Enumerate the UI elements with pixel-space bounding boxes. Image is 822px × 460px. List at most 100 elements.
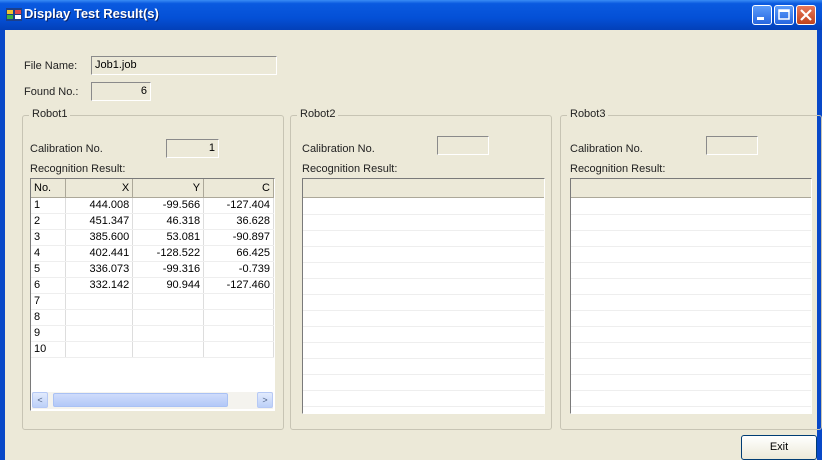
exit-button[interactable]: Exit [741,435,817,460]
table-row[interactable]: 10 [31,341,274,358]
file-name-field: Job1.job [91,56,277,75]
cell-no: 10 [31,341,67,358]
empty-row-line [303,294,544,295]
cell-no: 4 [31,245,67,262]
maximize-icon [778,9,790,20]
empty-row-line [571,214,811,215]
scroll-left-icon: < [37,395,43,405]
table-row[interactable]: 7 [31,293,274,310]
cell-y: 90.944 [132,277,205,294]
file-name-label: File Name: [24,60,78,72]
empty-row-line [303,406,544,407]
table-row[interactable]: 9 [31,325,274,342]
cell-y [132,325,205,342]
empty-row-line [571,406,811,407]
empty-row-line [571,326,811,327]
minimize-icon [757,17,764,20]
robot2-title: Robot2 [297,108,339,120]
title-bar: Display Test Result(s) [0,0,822,30]
empty-row-line [303,230,544,231]
empty-row-line [303,326,544,327]
column-header-y[interactable]: Y [132,179,205,198]
empty-row-line [571,374,811,375]
cell-x: 451.347 [65,213,134,230]
robot2-calibration-field [437,136,489,155]
empty-row-line [571,246,811,247]
robot3-recognition-label: Recognition Result: [570,163,666,175]
empty-row-line [571,342,811,343]
robot3-result-list[interactable] [570,178,812,414]
cell-no: 8 [31,309,67,326]
robot2-calibration-label: Calibration No. [302,143,375,155]
close-button[interactable] [796,5,816,25]
robot1-result-table: No. X Y C 1 444.008 -99.566 -127.404 2 451.34… [31,179,274,358]
cell-y: -99.566 [132,197,205,214]
scroll-right-button[interactable]: > [257,392,273,408]
cell-no: 9 [31,325,67,342]
found-no-field: 6 [91,82,151,101]
empty-row-line [571,390,811,391]
table-row[interactable]: 1 444.008 -99.566 -127.404 [31,197,274,214]
minimize-button[interactable] [752,5,772,25]
table-row[interactable]: 3 385.600 53.081 -90.897 [31,229,274,246]
empty-row-line [571,294,811,295]
robot3-title: Robot3 [567,108,609,120]
column-header-no[interactable]: No. [31,179,67,198]
table-row[interactable]: 2 451.347 46.318 36.628 [31,213,274,230]
scroll-thumb[interactable] [53,393,228,407]
table-row[interactable]: 8 [31,309,274,326]
robot1-recognition-label: Recognition Result: [30,163,126,175]
robot1-result-list[interactable]: No. X Y C 1 444.008 -99.566 -127.404 2 451.34… [30,178,275,411]
cell-x: 332.142 [65,277,134,294]
scroll-right-icon: > [262,395,268,405]
table-row[interactable]: 4 402.441 -128.522 66.425 [31,245,274,262]
cell-c [203,309,274,326]
cell-c: 66.425 [203,245,274,262]
empty-row-line [571,310,811,311]
cell-x: 402.441 [65,245,134,262]
robot2-list-header [303,179,544,198]
empty-row-line [303,358,544,359]
robot1-calibration-field: 1 [166,139,219,158]
robot2-result-list[interactable] [302,178,545,414]
empty-row-line [303,310,544,311]
table-row[interactable]: 6 332.142 90.944 -127.460 [31,277,274,294]
app-icon [6,8,22,21]
cell-y [132,309,205,326]
cell-no: 7 [31,293,67,310]
cell-c: -0.739 [203,261,274,278]
table-header-row: No. X Y C [31,179,274,198]
robot1-title: Robot1 [29,108,71,120]
empty-row-line [303,262,544,263]
window-frame-left [0,30,5,460]
maximize-button[interactable] [774,5,794,25]
cell-c [203,325,274,342]
empty-row-line [571,230,811,231]
empty-row-line [571,278,811,279]
cell-x: 444.008 [65,197,134,214]
cell-c: 36.628 [203,213,274,230]
empty-row-line [571,358,811,359]
empty-row-line [303,390,544,391]
cell-y: 46.318 [132,213,205,230]
found-no-label: Found No.: [24,86,79,98]
robot3-list-header [571,179,811,198]
cell-no: 2 [31,213,67,230]
cell-no: 5 [31,261,67,278]
cell-c: -127.460 [203,277,274,294]
cell-y [132,341,205,358]
cell-c [203,293,274,310]
cell-no: 3 [31,229,67,246]
cell-x [65,309,134,326]
cell-no: 1 [31,197,67,214]
column-header-x[interactable]: X [65,179,134,198]
cell-c [203,341,274,358]
empty-row-line [303,214,544,215]
robot1-horizontal-scrollbar[interactable]: < > [32,392,273,409]
table-row[interactable]: 5 336.073 -99.316 -0.739 [31,261,274,278]
empty-row-line [303,246,544,247]
cell-c: -127.404 [203,197,274,214]
cell-c: -90.897 [203,229,274,246]
scroll-left-button[interactable]: < [32,392,48,408]
column-header-c[interactable]: C [203,179,274,198]
